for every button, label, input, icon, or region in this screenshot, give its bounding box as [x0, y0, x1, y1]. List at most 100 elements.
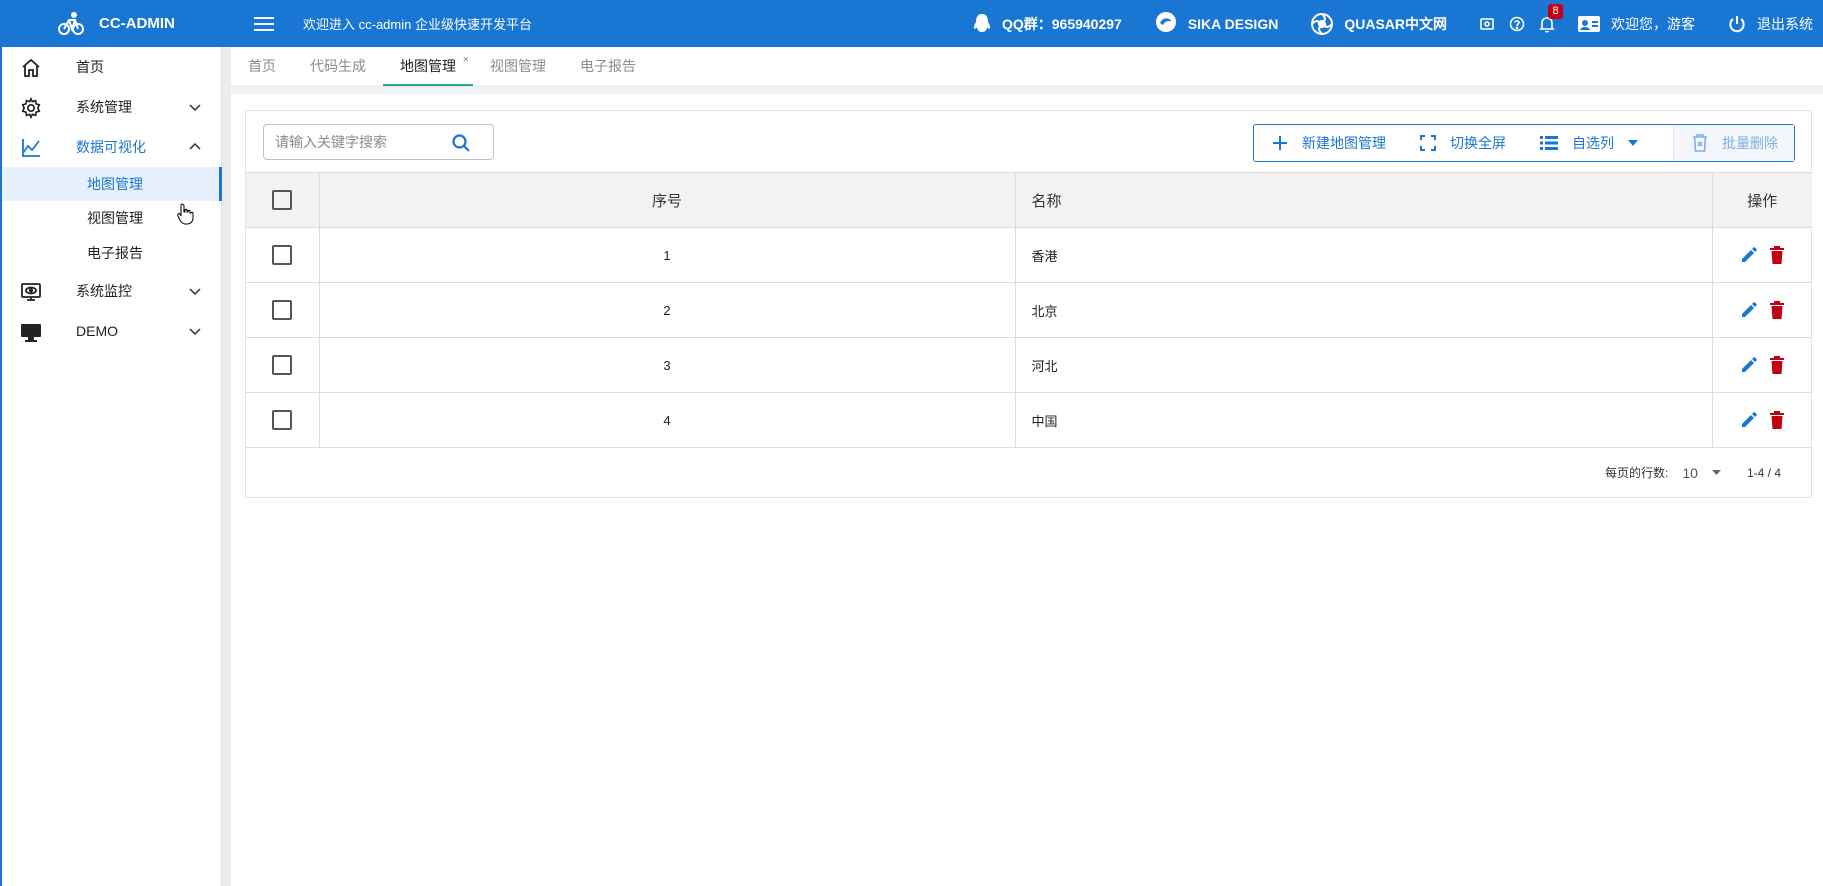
hand-cursor-icon: [177, 203, 194, 225]
notification-button[interactable]: 8: [1539, 3, 1563, 33]
sidebar-item-monitor[interactable]: 系统监控: [2, 271, 222, 311]
sidebar-item-label: DEMO: [76, 323, 118, 339]
row-check-cell: [246, 337, 320, 393]
logout-button[interactable]: 退出系统: [1727, 14, 1813, 34]
logout-text: 退出系统: [1757, 15, 1813, 32]
penguin-icon: [973, 13, 991, 32]
table-row[interactable]: 2 北京: [246, 282, 1812, 338]
content-divider: [231, 87, 1823, 94]
table-row[interactable]: 4 中国: [246, 392, 1812, 448]
gear-icon: [21, 97, 41, 119]
row-name: 河北: [1015, 337, 1713, 393]
trash-outline-icon: [1693, 134, 1707, 152]
search-icon[interactable]: [451, 133, 471, 153]
row-check-cell: [246, 392, 320, 448]
tab-bar: 首页 代码生成 地图管理 × 视图管理 电子报告: [231, 47, 1823, 87]
row-checkbox[interactable]: [272, 245, 293, 265]
delete-icon[interactable]: [1770, 356, 1785, 374]
columns-label: 自选列: [1572, 135, 1614, 151]
edit-icon[interactable]: [1740, 411, 1758, 429]
sidebar-item-home[interactable]: 首页: [2, 47, 222, 87]
user-greeting[interactable]: 欢迎您，游客: [1577, 14, 1695, 34]
row-name: 北京: [1015, 282, 1713, 338]
row-name: 香港: [1015, 227, 1713, 283]
tab-map-management[interactable]: 地图管理 ×: [383, 46, 473, 86]
row-index: 2: [319, 282, 1016, 338]
table-row[interactable]: 1 香港: [246, 227, 1812, 283]
power-icon: [1729, 15, 1745, 32]
rows-per-page-select[interactable]: 10: [1682, 465, 1721, 481]
sidebar-subitem-e-report[interactable]: 电子报告: [2, 236, 222, 270]
app-name: CC-ADMIN: [99, 15, 175, 32]
sidebar-item-label: 系统管理: [76, 99, 132, 115]
tab-label: 首页: [248, 58, 276, 74]
desktop-icon: [21, 324, 41, 342]
tab-close-icon[interactable]: ×: [463, 54, 469, 66]
tab-code-gen[interactable]: 代码生成: [293, 46, 383, 86]
sika-text: SIKA DESIGN: [1187, 15, 1279, 32]
sidebar-subitem-label: 电子报告: [87, 245, 143, 261]
fullscreen-label: 切换全屏: [1450, 135, 1506, 151]
new-map-button[interactable]: 新建地图管理: [1272, 125, 1386, 161]
edit-icon[interactable]: [1740, 301, 1758, 319]
sidebar-item-data-visualization[interactable]: 数据可视化: [2, 127, 222, 167]
id-card-icon: [1578, 15, 1600, 32]
row-ops: [1712, 282, 1812, 338]
pagination: 每页的行数: 10 1-4 / 4: [1605, 464, 1781, 481]
caret-down-icon: [1628, 140, 1638, 146]
delete-icon[interactable]: [1770, 411, 1785, 429]
row-name: 中国: [1015, 392, 1713, 448]
row-checkbox[interactable]: [272, 355, 293, 375]
tab-home[interactable]: 首页: [231, 46, 293, 86]
chevron-up-icon: [189, 142, 201, 150]
chevron-down-icon: [189, 104, 201, 112]
delete-icon[interactable]: [1770, 301, 1785, 319]
search-input[interactable]: [275, 134, 445, 150]
data-table: 序号 名称 操作 1 香港 2 北京 3 河北 4 中国: [246, 172, 1812, 448]
screenshot-button[interactable]: [1479, 16, 1495, 32]
toolbar-button-group: 新建地图管理 切换全屏 自选列 批量删除: [1253, 124, 1795, 162]
menu-toggle-button[interactable]: [249, 9, 279, 39]
row-checkbox[interactable]: [272, 300, 293, 320]
row-ops: [1712, 227, 1812, 283]
page-range: 1-4 / 4: [1746, 465, 1781, 480]
table-row[interactable]: 3 河北: [246, 337, 1812, 393]
chart-icon: [22, 139, 40, 157]
quasar-text: QUASAR中文网: [1344, 15, 1447, 32]
sika-design-link[interactable]: SIKA DESIGN: [1154, 11, 1279, 37]
tab-view-management[interactable]: 视图管理: [473, 46, 563, 86]
edit-icon[interactable]: [1740, 246, 1758, 264]
logo[interactable]: CC-ADMIN: [0, 0, 222, 47]
qq-group-text: QQ群：965940297: [1001, 15, 1122, 32]
header-select-all: [246, 172, 320, 228]
sidebar-scrollbar[interactable]: [222, 47, 231, 886]
tab-e-report[interactable]: 电子报告: [563, 46, 653, 86]
delete-icon[interactable]: [1770, 246, 1785, 264]
batch-delete-button[interactable]: 批量删除: [1673, 125, 1794, 161]
sidebar-subitem-map-management[interactable]: 地图管理: [2, 167, 222, 201]
sidebar: 首页 系统管理 数据可视化 地图管理 视图管理 电子报告 系统监控 DEMO: [0, 47, 222, 886]
quasar-logo-icon: [1311, 12, 1334, 35]
columns-select-button[interactable]: 自选列: [1540, 125, 1638, 161]
select-all-checkbox[interactable]: [272, 190, 293, 210]
sidebar-subitem-label: 视图管理: [87, 210, 143, 226]
tab-label: 视图管理: [490, 58, 546, 74]
help-button[interactable]: [1509, 16, 1525, 32]
edit-icon[interactable]: [1740, 356, 1758, 374]
qq-group-link[interactable]: QQ群：965940297: [972, 13, 1122, 35]
row-ops: [1712, 392, 1812, 448]
table-header-row: 序号 名称 操作: [246, 172, 1812, 228]
fullscreen-icon: [1420, 135, 1436, 151]
sidebar-item-demo[interactable]: DEMO: [2, 311, 222, 351]
search-box: [263, 124, 494, 160]
quasar-link[interactable]: QUASAR中文网: [1310, 12, 1447, 36]
top-header: CC-ADMIN 欢迎进入 cc-admin 企业级快速开发平台 QQ群：965…: [0, 0, 1823, 47]
header-index[interactable]: 序号: [319, 172, 1016, 228]
sidebar-item-system[interactable]: 系统管理: [2, 87, 222, 127]
fullscreen-button[interactable]: 切换全屏: [1420, 125, 1506, 161]
screen-icon: [1480, 17, 1494, 30]
chevron-down-icon: [189, 328, 201, 336]
header-name[interactable]: 名称: [1015, 172, 1713, 228]
row-checkbox[interactable]: [272, 410, 293, 430]
hamburger-icon: [254, 16, 274, 31]
